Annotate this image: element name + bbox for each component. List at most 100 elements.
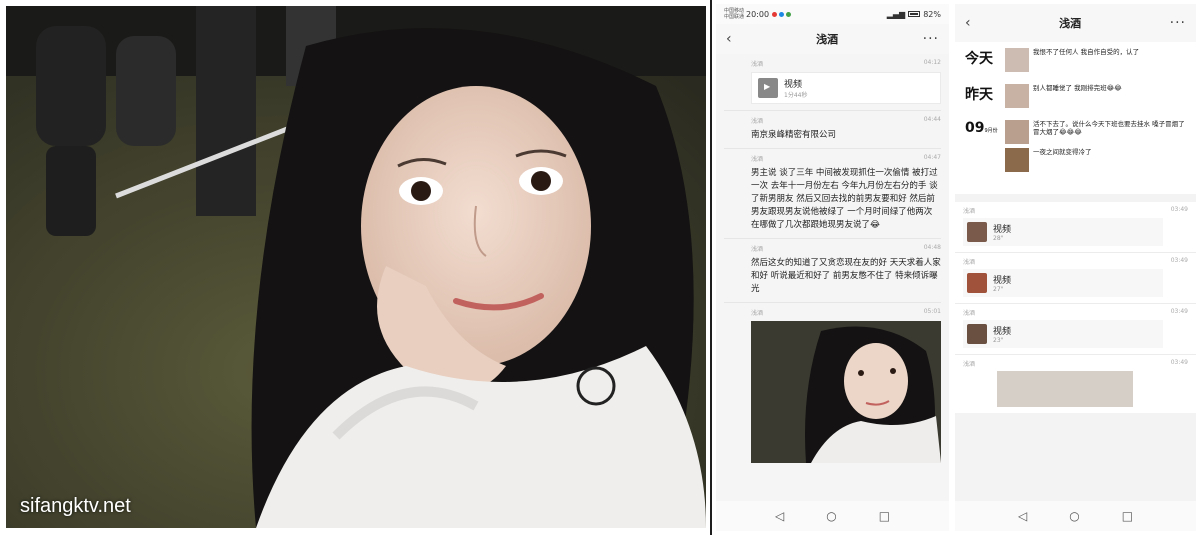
moment-post[interactable]: 一夜之间就变得冷了	[1005, 148, 1186, 172]
post-text: 别人都睡觉了 我刚排完班😂😂	[1033, 84, 1122, 92]
profile-title: 浅酒	[1059, 17, 1082, 30]
more-options-icon[interactable]: ···	[1170, 15, 1186, 31]
post-thumbnail	[1005, 148, 1029, 172]
post-text: 我恨不了任何人 我自作自受的，认了	[1033, 48, 1140, 56]
day-label: 今天	[965, 51, 993, 67]
phone-screenshot-profile: ‹ 浅酒 ··· 今天 我恨不了任何人 我自作自受的，认了 昨天 别人都睡觉了 …	[955, 4, 1196, 531]
phone-screenshot-chat: 中国移动 中国联通 20:00 ▂▄▆ 82% ‹ 浅酒 ··· 浅酒 04:1…	[716, 4, 949, 531]
message-sender: 浅酒	[963, 259, 976, 266]
message-time: 04:48	[923, 244, 941, 251]
timeline-day: 099月份 活不下去了。说什么今天下班也要去挂水 嗓子冒烟了 冒大烟了😂😂😂 一…	[965, 120, 1186, 176]
chat-message: 浅酒 03:49 视频 28"	[955, 202, 1196, 253]
moment-post[interactable]: 我恨不了任何人 我自作自受的，认了	[1005, 48, 1186, 72]
video-thumbnail-icon	[967, 324, 987, 344]
message-sender: 浅酒	[963, 361, 976, 368]
notification-dot-icon	[772, 11, 778, 17]
status-time: 20:00	[746, 9, 770, 19]
panel-divider	[710, 0, 712, 535]
message-sender: 浅酒	[751, 61, 764, 68]
moment-post[interactable]: 活不下去了。说什么今天下班也要去挂水 嗓子冒烟了 冒大烟了😂😂😂	[1005, 120, 1186, 144]
month-label: 9月份	[984, 128, 998, 134]
selfie-photo: sifangktv.net	[6, 6, 706, 528]
notification-dots	[772, 11, 792, 17]
video-card[interactable]: 视频 28"	[963, 218, 1163, 246]
message-sender: 浅酒	[963, 208, 976, 215]
back-arrow-icon[interactable]: ‹	[965, 15, 971, 31]
message-time: 03:49	[1170, 308, 1188, 315]
message-time: 05:01	[923, 308, 941, 315]
message-sender: 浅酒	[751, 118, 764, 125]
post-thumbnail	[1005, 120, 1029, 144]
day-label: 昨天	[965, 87, 993, 103]
photo-message[interactable]	[997, 371, 1133, 407]
message-meta: 浅酒 03:49	[963, 206, 1188, 215]
nav-recent-icon[interactable]: □	[1122, 509, 1133, 523]
selfie-illustration	[6, 6, 706, 528]
chat-message: 浅酒 04:12 视频 1分44秒	[724, 54, 941, 111]
video-card[interactable]: 视频 23"	[963, 320, 1163, 348]
more-options-icon[interactable]: ···	[923, 31, 939, 47]
post-text: 活不下去了。说什么今天下班也要去挂水 嗓子冒烟了 冒大烟了😂😂😂	[1033, 120, 1185, 136]
day-number: 09	[965, 120, 985, 136]
message-time: 03:49	[1170, 257, 1188, 264]
video-title: 视频	[993, 276, 1012, 286]
message-meta: 浅酒 03:49	[963, 257, 1188, 266]
post-thumbnail	[1005, 84, 1029, 108]
message-time: 03:49	[1170, 359, 1188, 366]
system-nav-bar: ◁ ○ □	[716, 501, 949, 531]
battery-percent: 82%	[923, 9, 941, 19]
video-title: 视频	[993, 225, 1012, 235]
day-label: 099月份	[965, 120, 1005, 176]
video-thumbnail-icon	[967, 222, 987, 242]
moments-timeline: 今天 我恨不了任何人 我自作自受的，认了 昨天 别人都睡觉了 我刚排完班😂😂 0…	[955, 42, 1196, 194]
system-nav-bar: ◁ ○ □	[955, 501, 1196, 531]
video-card[interactable]: 视频 1分44秒	[751, 72, 941, 104]
message-sender: 浅酒	[963, 310, 976, 317]
message-time: 03:49	[1170, 206, 1188, 213]
chat-title: 浅酒	[816, 33, 839, 46]
chat-message: 浅酒 03:49 视频 27"	[955, 253, 1196, 304]
notification-dot-icon	[786, 11, 792, 17]
status-bar: 中国移动 中国联通 20:00 ▂▄▆ 82%	[716, 4, 949, 24]
message-meta: 浅酒 04:47	[724, 154, 941, 163]
message-meta: 浅酒 04:12	[724, 59, 941, 68]
message-time: 04:12	[923, 59, 941, 66]
chat-header: ‹ 浅酒 ···	[716, 24, 949, 54]
timeline-day: 今天 我恨不了任何人 我自作自受的，认了	[965, 48, 1186, 76]
moment-post[interactable]: 别人都睡觉了 我刚排完班😂😂	[1005, 84, 1186, 108]
timeline-day: 昨天 别人都睡觉了 我刚排完班😂😂	[965, 84, 1186, 112]
message-text: 然后这女的知道了又贪恋现在友的好 天天求着人家和好 听说最近和好了 前男友憋不住…	[751, 258, 941, 294]
video-card[interactable]: 视频 27"	[963, 269, 1163, 297]
nav-home-icon[interactable]: ○	[826, 509, 836, 523]
message-sender: 浅酒	[751, 246, 764, 253]
nav-back-icon[interactable]: ◁	[775, 509, 784, 523]
video-title: 视频	[993, 327, 1012, 337]
message-sender: 浅酒	[751, 156, 764, 163]
nav-back-icon[interactable]: ◁	[1018, 509, 1027, 523]
video-title: 视频	[784, 80, 803, 90]
nav-home-icon[interactable]: ○	[1069, 509, 1079, 523]
video-duration: 1分44秒	[784, 92, 808, 99]
status-right: ▂▄▆ 82%	[887, 10, 941, 19]
chat-message: 浅酒 04:44 南京泉峰精密有限公司	[724, 111, 941, 149]
photo-message[interactable]	[751, 321, 941, 463]
carrier-label: 中国移动 中国联通	[724, 8, 744, 20]
post-text: 一夜之间就变得冷了	[1033, 148, 1092, 156]
carrier-line-2: 中国联通	[724, 14, 745, 20]
battery-icon	[908, 11, 921, 17]
message-meta: 浅酒 04:48	[724, 244, 941, 253]
message-meta: 浅酒 03:49	[963, 359, 1188, 368]
chat-message: 浅酒 04:47 男主说 谈了三年 中间被发现抓住一次偷情 被打过一次 去年十一…	[724, 149, 941, 239]
video-duration: 23"	[993, 337, 1004, 344]
video-duration: 28"	[993, 235, 1004, 242]
nav-recent-icon[interactable]: □	[879, 509, 890, 523]
message-time: 04:47	[923, 154, 941, 161]
chat-feed: 浅酒 04:12 视频 1分44秒 浅酒 04:44 南京泉峰精密有限公司 浅酒…	[716, 54, 949, 469]
video-duration: 27"	[993, 286, 1004, 293]
message-text: 南京泉峰精密有限公司	[751, 130, 837, 140]
chat-message: 浅酒 05:01	[724, 303, 941, 469]
message-meta: 浅酒 04:44	[724, 116, 941, 125]
post-thumbnail	[1005, 48, 1029, 72]
message-meta: 浅酒 03:49	[963, 308, 1188, 317]
back-arrow-icon[interactable]: ‹	[726, 31, 732, 47]
